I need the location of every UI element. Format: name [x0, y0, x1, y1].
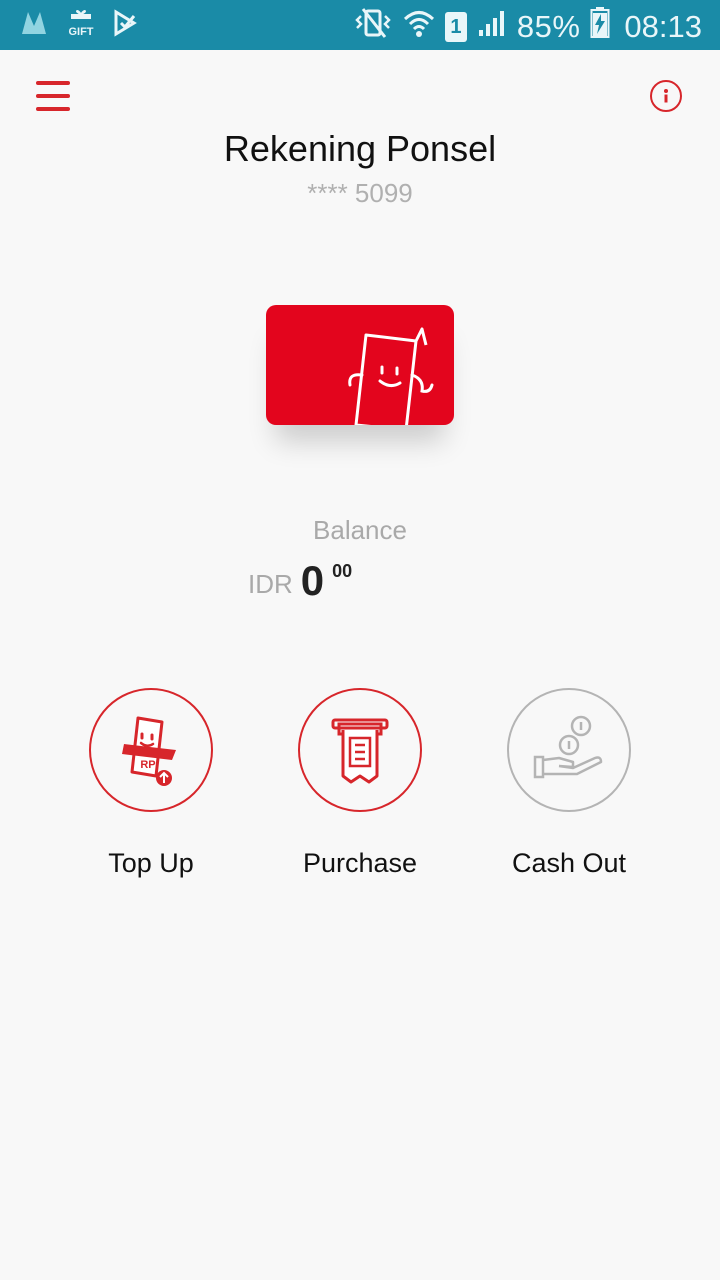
balance-currency: IDR [248, 569, 293, 599]
svg-text:GIFT: GIFT [68, 26, 93, 38]
m-app-icon [20, 8, 50, 43]
page-title: Rekening Ponsel [223, 128, 497, 169]
play-store-icon [112, 8, 138, 43]
atm-receipt-icon [331, 718, 389, 784]
sim1-icon: 1 [444, 12, 467, 42]
top-up-button[interactable]: RP Top Up [51, 688, 251, 879]
hamburger-menu-button[interactable] [30, 78, 76, 118]
top-up-label: Top Up [108, 848, 194, 878]
balance-cents: 00 [332, 561, 353, 581]
hamburger-icon-line [36, 81, 70, 85]
account-number: **** 5099 [307, 178, 413, 208]
battery-percent: 85% [516, 9, 581, 44]
status-bar: GIFT 1 85% 08:13 [0, 0, 720, 50]
smiling-phone-icon [348, 327, 434, 425]
svg-text:RP: RP [140, 759, 155, 771]
hamburger-icon-line [36, 94, 70, 98]
balance-amount: IDR 0 00 [248, 555, 352, 605]
hand-coins-icon [533, 715, 603, 779]
balance-integer: 0 [300, 557, 325, 604]
topup-rp-icon: RP [122, 716, 176, 786]
card-face [266, 305, 454, 425]
signal-icon [477, 8, 507, 46]
balance-label: Balance [313, 515, 407, 545]
status-left-icons: GIFT [20, 8, 138, 43]
info-button[interactable] [650, 80, 682, 112]
app-screen: Rekening Ponsel **** 5099 Balance IDR 0 … [0, 50, 720, 1280]
top-up-circle: RP [89, 688, 213, 812]
cash-out-circle [507, 688, 631, 812]
hamburger-icon-line [36, 107, 70, 111]
info-icon [664, 89, 668, 103]
status-right-icons: 1 85% 08:13 [353, 6, 702, 48]
wifi-icon [403, 8, 435, 46]
gift-icon: GIFT [68, 8, 94, 43]
vibrate-icon [353, 6, 393, 48]
purchase-circle [298, 688, 422, 812]
purchase-button[interactable]: Purchase [260, 688, 460, 879]
purchase-label: Purchase [302, 848, 418, 878]
cash-out-button[interactable]: Cash Out [469, 688, 669, 879]
cash-out-label: Cash Out [511, 848, 627, 878]
clock: 08:13 [624, 9, 702, 44]
battery-charging-icon [590, 7, 610, 47]
account-card[interactable] [266, 305, 454, 425]
